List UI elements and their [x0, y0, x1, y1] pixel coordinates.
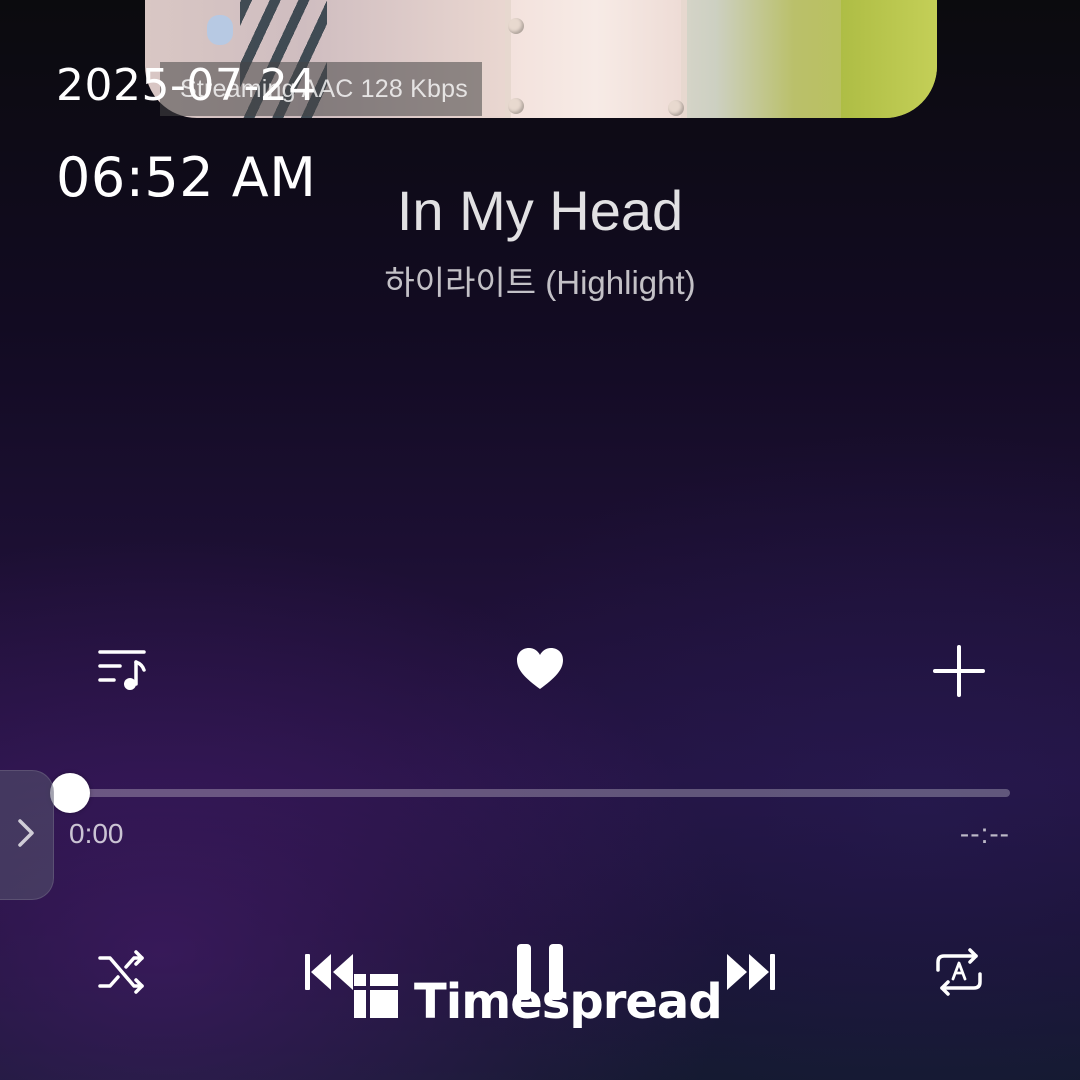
total-time: --:-- — [959, 818, 1010, 849]
progress-bar[interactable] — [70, 789, 1010, 797]
song-title: In My Head — [396, 179, 684, 242]
skip-next-icon[interactable] — [726, 952, 776, 992]
watermark-text: Timespread — [414, 974, 723, 1030]
artist-name[interactable]: 하이라이트 (Highlight) — [0, 256, 1080, 304]
album-art-pin — [207, 15, 233, 45]
playlist-icon[interactable] — [94, 642, 150, 698]
skip-previous-icon[interactable] — [304, 952, 354, 992]
repeat-icon[interactable] — [932, 946, 986, 998]
plus-icon[interactable] — [932, 644, 986, 698]
heart-icon[interactable] — [514, 645, 566, 693]
elapsed-time: 0:00 — [69, 818, 124, 849]
progress-thumb[interactable] — [50, 773, 90, 813]
watermark: Timespread — [354, 974, 723, 1030]
side-panel-handle[interactable] — [0, 770, 54, 900]
overlay-date: 2025-07-24 — [56, 60, 317, 111]
chevron-right-icon — [16, 817, 36, 854]
watermark-logo-icon — [354, 974, 398, 1030]
album-art-detail — [505, 0, 687, 118]
shuffle-icon[interactable] — [96, 946, 148, 998]
album-art-background — [841, 0, 937, 118]
